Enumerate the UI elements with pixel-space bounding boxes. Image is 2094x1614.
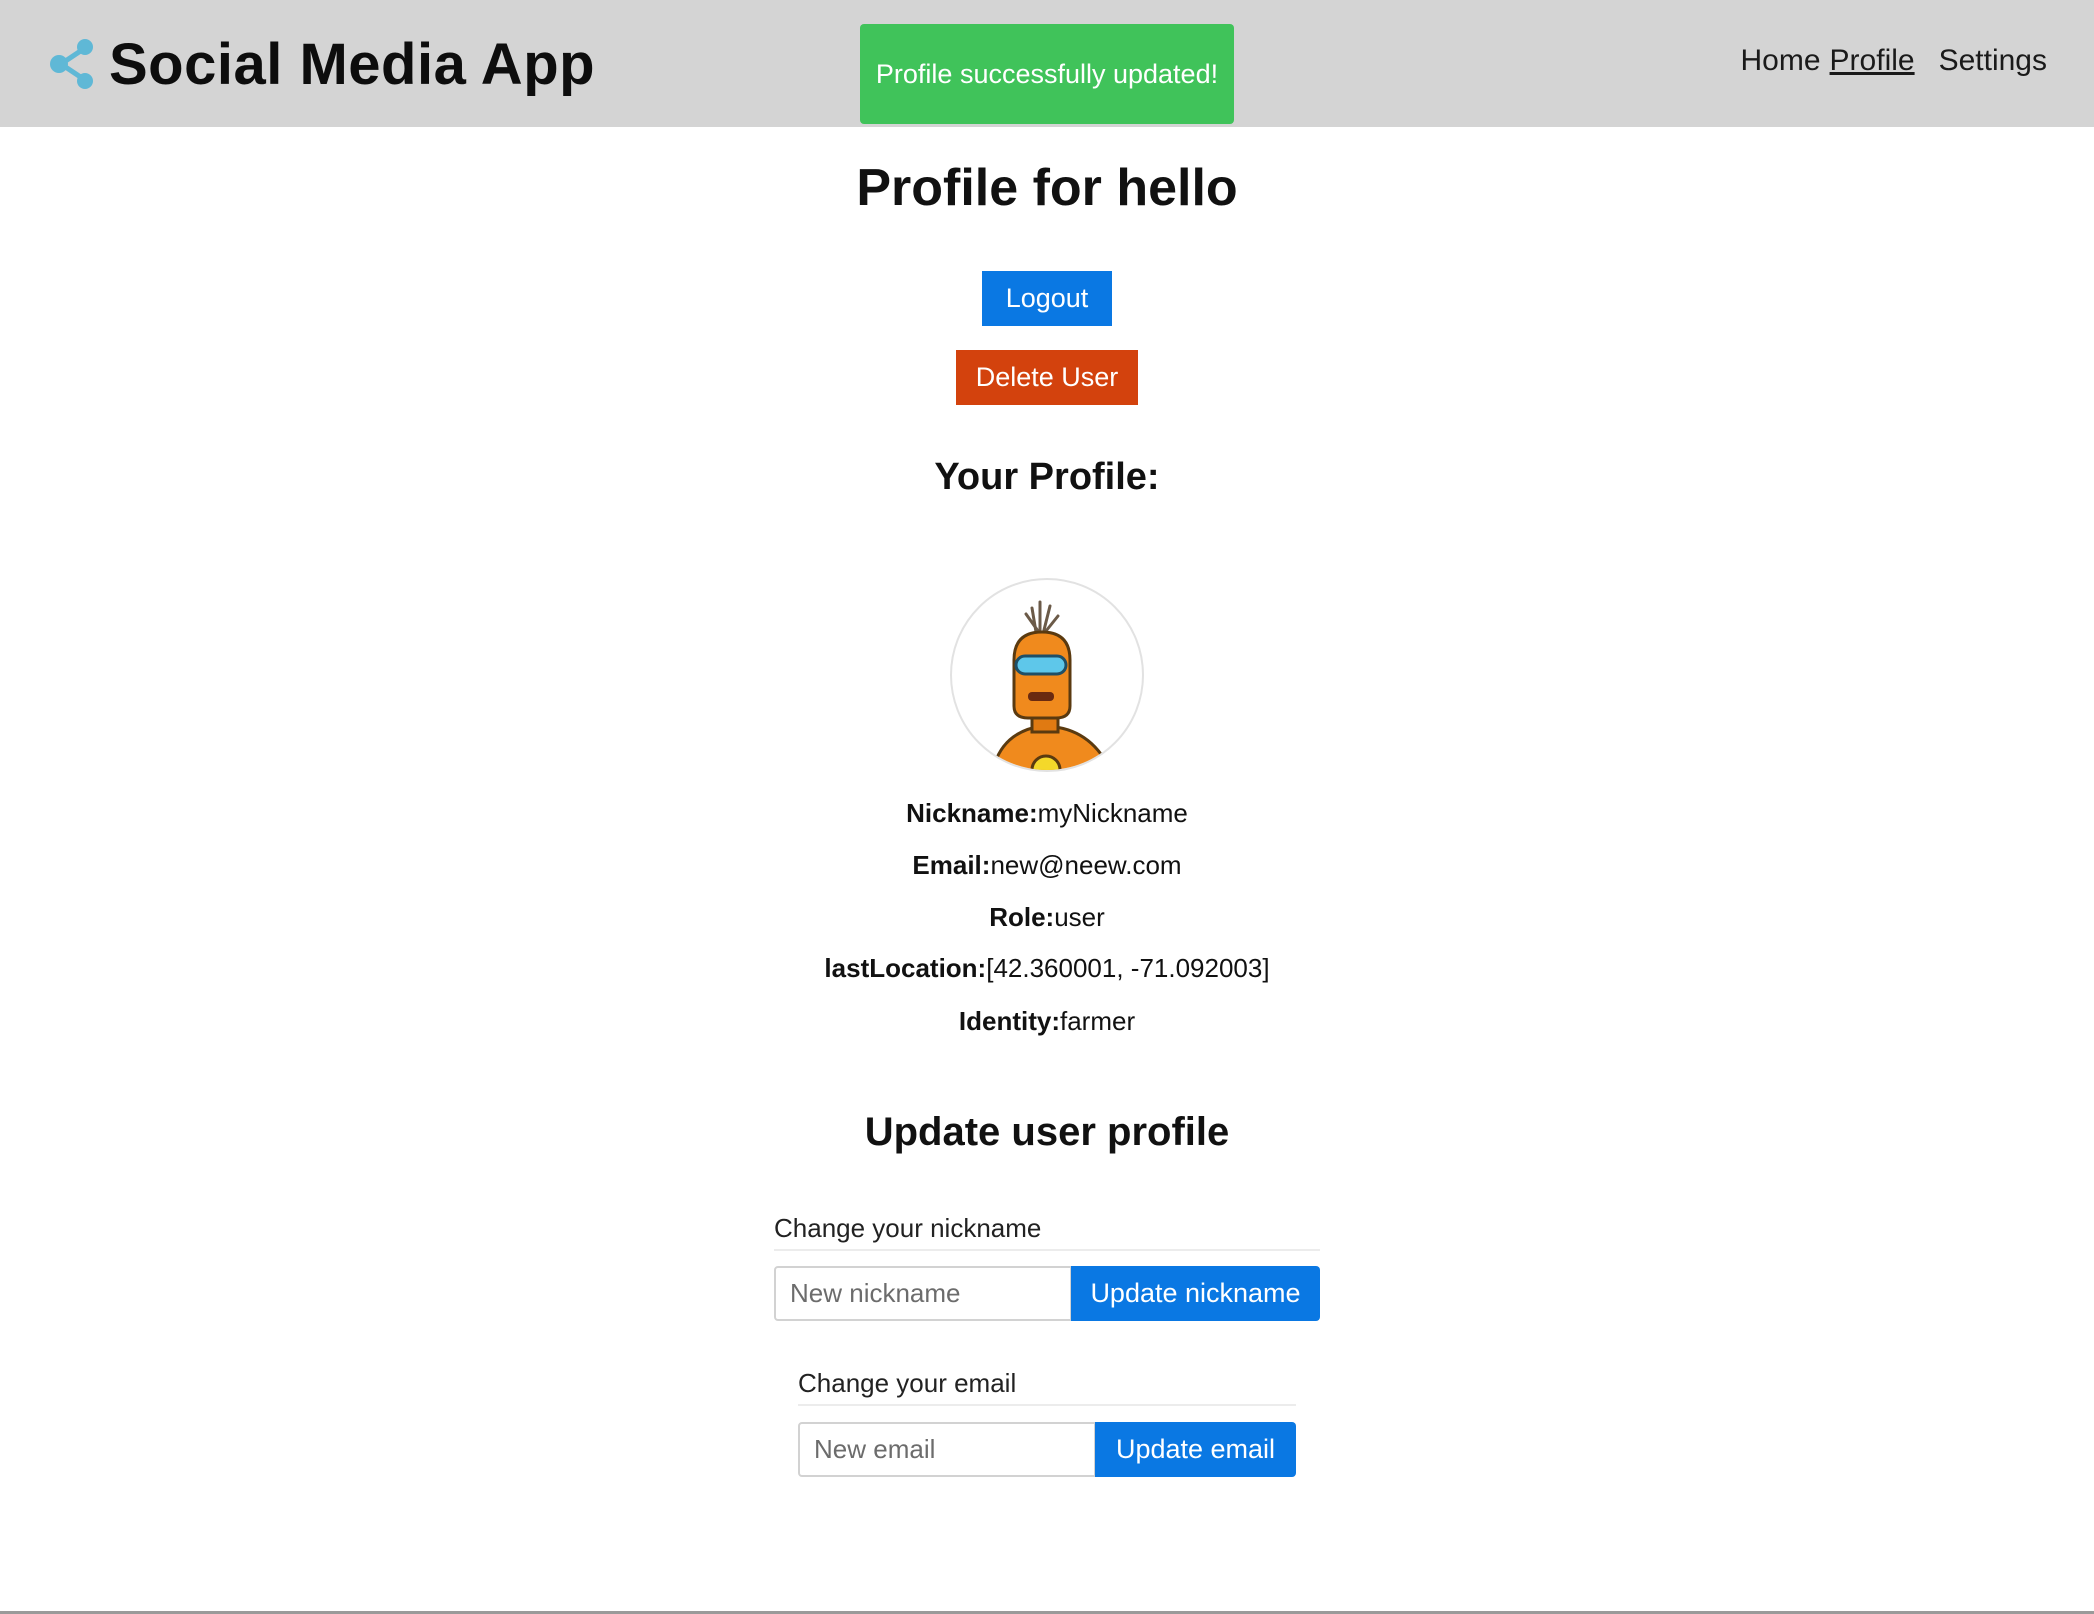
email-input[interactable]	[798, 1422, 1096, 1477]
app-title: Social Media App	[109, 31, 596, 97]
field-label: Identity:	[958, 1006, 1060, 1036]
nav-profile-link[interactable]: Profile	[1830, 44, 1915, 78]
robot-avatar-icon	[991, 600, 1112, 770]
field-value: [42.360001, -71.092003]	[986, 953, 1270, 983]
nickname-input[interactable]	[774, 1266, 1072, 1321]
page-title: Profile for hello	[856, 159, 1238, 217]
nickname-form-label: Change your nickname	[774, 1213, 1042, 1243]
field-label: Email:	[912, 850, 991, 880]
nickname-form-divider	[774, 1249, 1320, 1251]
profile-avatar	[950, 578, 1144, 772]
app-header: Social Media App Profile successfully up…	[0, 0, 2094, 127]
field-value: new@neew.com	[990, 850, 1182, 880]
nav-settings-link[interactable]: Settings	[1939, 44, 2047, 78]
success-toast: Profile successfully updated!	[860, 24, 1234, 124]
email-form-divider	[798, 1404, 1296, 1406]
update-email-button[interactable]: Update email	[1095, 1422, 1296, 1477]
profile-page: Social Media App Profile successfully up…	[0, 0, 2094, 1614]
field-identity: Identity:farmer	[0, 1006, 2094, 1037]
your-profile-heading: Your Profile:	[934, 456, 1160, 498]
field-value: farmer	[1059, 1006, 1136, 1036]
brand[interactable]: Social Media App	[47, 28, 595, 100]
field-label: Nickname:	[906, 798, 1038, 828]
delete-user-button[interactable]: Delete User	[956, 350, 1138, 405]
update-nickname-button[interactable]: Update nickname	[1071, 1266, 1320, 1321]
nav-home-link[interactable]: Home	[1741, 44, 1821, 78]
field-value: user	[1054, 902, 1105, 932]
top-nav: Home Profile Settings	[1741, 44, 2047, 78]
update-profile-heading: Update user profile	[864, 1110, 1230, 1154]
field-last-location: lastLocation:[42.360001, -71.092003]	[0, 953, 2094, 984]
field-role: Role:user	[0, 902, 2094, 933]
email-form-label: Change your email	[798, 1368, 1017, 1398]
field-value: myNickname	[1037, 798, 1188, 828]
field-email: Email:new@neew.com	[0, 850, 2094, 881]
logout-button[interactable]: Logout	[982, 271, 1112, 326]
field-label: lastLocation:	[824, 953, 987, 983]
field-label: Role:	[989, 902, 1055, 932]
field-nickname: Nickname:myNickname	[0, 798, 2094, 829]
share-icon	[50, 39, 93, 89]
